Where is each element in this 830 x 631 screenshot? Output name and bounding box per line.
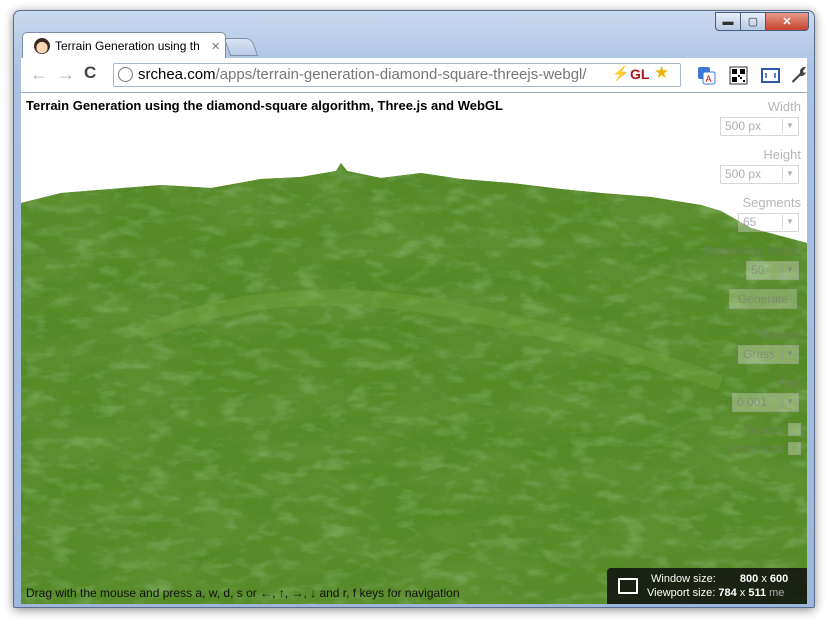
texture-label: Texture: [758, 327, 801, 342]
gl-badge[interactable]: GL: [630, 66, 649, 82]
overlay-trailing-text: me: [769, 587, 785, 599]
new-tab-button[interactable]: [223, 38, 259, 56]
window-x: x: [761, 573, 767, 585]
browser-toolbar: ← → C srchea.com/apps/terrain-generation…: [21, 58, 807, 93]
chevron-down-icon: ▼: [782, 395, 797, 409]
segments-select[interactable]: 65 ▼: [738, 213, 799, 232]
chevron-down-icon: ▼: [782, 347, 797, 361]
address-bar[interactable]: srchea.com/apps/terrain-generation-diamo…: [113, 63, 681, 87]
border-label: Border: [744, 422, 784, 437]
smoothing-label: Smoothing factor: [702, 243, 801, 258]
chevron-down-icon: ▼: [782, 119, 797, 133]
width-value: 500 px: [725, 119, 762, 133]
page-title: Terrain Generation using the diamond-squ…: [26, 98, 503, 113]
viewport-x: x: [739, 587, 746, 599]
flash-icon[interactable]: ⚡: [612, 65, 629, 82]
window-width: 800: [739, 573, 759, 585]
tab-close-icon[interactable]: ✕: [211, 40, 220, 53]
border-checkbox[interactable]: [788, 423, 801, 436]
smoothing-select[interactable]: 50 ▼: [746, 261, 799, 280]
window-height: 600: [769, 573, 789, 585]
showinfo-row: Show info: [719, 441, 801, 456]
qr-code-extension-icon[interactable]: [729, 66, 748, 85]
window-size-overlay: Window size: 800 x 600 Viewport size: 78…: [607, 568, 807, 604]
fog-select[interactable]: 0.001 ▼: [732, 393, 799, 412]
smoothing-value: 50: [751, 263, 765, 277]
viewport-height: 511: [748, 587, 767, 599]
close-window-button[interactable]: ✕: [766, 12, 809, 31]
fog-label: Fog: [778, 375, 801, 390]
chevron-down-icon: ▼: [782, 167, 797, 181]
width-select[interactable]: 500 px ▼: [720, 117, 799, 136]
window-resizer-extension-icon[interactable]: [761, 66, 780, 85]
chevron-down-icon: ▼: [782, 263, 797, 277]
favicon-icon: [34, 38, 50, 54]
texture-select[interactable]: Grass ▼: [738, 345, 799, 364]
translate-extension-icon[interactable]: A: [697, 66, 716, 85]
showinfo-label: Show info: [726, 441, 784, 456]
showinfo-checkbox[interactable]: [788, 442, 801, 455]
bookmark-star-icon[interactable]: ★: [654, 63, 669, 83]
viewport-size-row: Viewport size: 784 x 511 me: [647, 587, 801, 599]
globe-icon: [118, 67, 133, 82]
segments-value: 65: [743, 215, 757, 229]
navigation-help-text: Drag with the mouse and press a, w, d, s…: [26, 586, 460, 600]
settings-panel: Width 500 px ▼ Height 500 px ▼ Segments 65…: [703, 97, 801, 456]
monitor-icon: [618, 578, 638, 594]
url-domain: srchea.com: [138, 66, 216, 83]
url-path: /apps/terrain-generation-diamond-square-…: [215, 66, 587, 83]
maximize-button[interactable]: ▢: [741, 12, 766, 31]
fog-value: 0.001: [737, 395, 768, 409]
back-icon[interactable]: ←: [30, 64, 48, 85]
terrain-canvas[interactable]: [21, 93, 807, 604]
page-viewport: Terrain Generation using the diamond-squ…: [21, 93, 807, 604]
generate-button[interactable]: Generate: [729, 289, 797, 309]
svg-text:A: A: [706, 74, 712, 84]
height-label: Height: [763, 147, 801, 162]
height-value: 500 px: [725, 167, 762, 181]
border-row: Border: [719, 422, 801, 437]
segments-label: Segments: [742, 195, 801, 210]
viewport-width: 784: [718, 587, 737, 599]
wrench-icon[interactable]: [789, 65, 808, 84]
tab-terrain-generation[interactable]: Terrain Generation using th ✕: [22, 32, 226, 59]
tab-title: Terrain Generation using th: [55, 39, 200, 53]
window-size-row: Window size: 800 x 600: [651, 573, 801, 585]
window-controls: ▬ ▢ ✕: [715, 12, 809, 31]
texture-value: Grass: [743, 347, 776, 361]
forward-icon[interactable]: →: [57, 64, 75, 85]
reload-icon[interactable]: C: [84, 63, 96, 83]
width-label: Width: [767, 99, 801, 114]
chevron-down-icon: ▼: [782, 215, 797, 229]
minimize-button[interactable]: ▬: [715, 12, 741, 31]
window-size-label: Window size:: [651, 573, 716, 585]
url-text: srchea.com/apps/terrain-generation-diamo…: [138, 66, 587, 83]
viewport-size-label: Viewport size:: [647, 587, 716, 599]
height-select[interactable]: 500 px ▼: [720, 165, 799, 184]
browser-window: ▬ ▢ ✕ Terrain Generation using th ✕ ← → …: [13, 10, 815, 608]
